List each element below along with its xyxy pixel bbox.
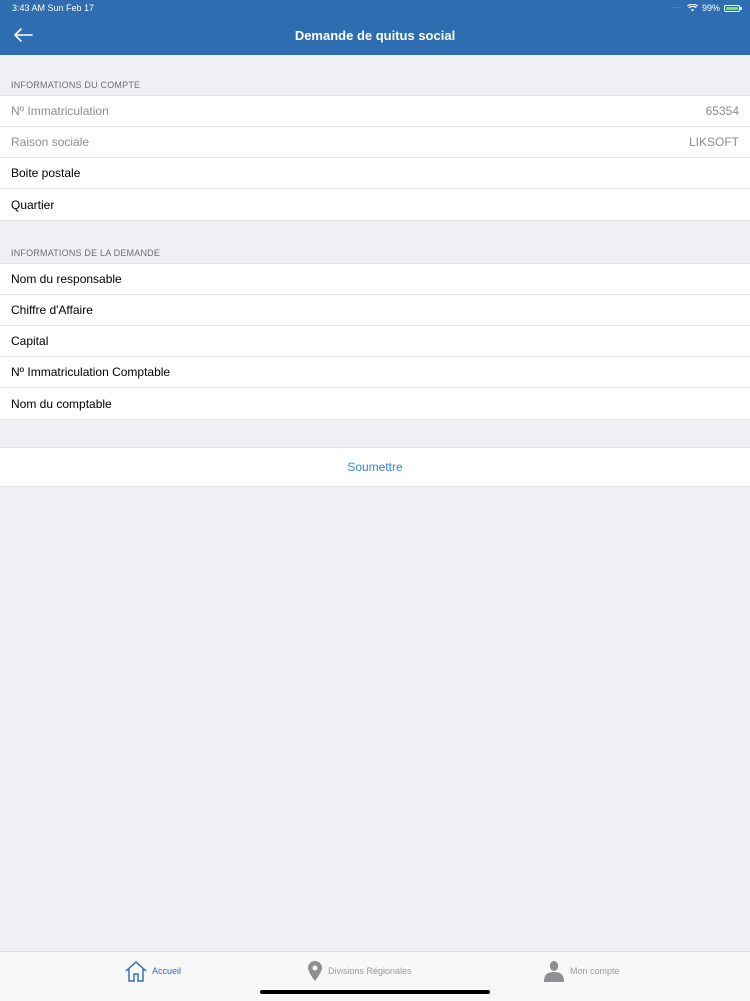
battery-level xyxy=(726,6,738,10)
status-indicators: ···· 99% xyxy=(672,3,742,13)
status-time: 3:43 AM Sun Feb 17 xyxy=(12,3,95,13)
signal-dots-icon: ···· xyxy=(672,5,681,11)
field-quartier[interactable]: Quartier xyxy=(0,189,750,220)
section-header-request: INFORMATIONS DE LA DEMANDE xyxy=(11,248,161,258)
field-chiffre-affaire[interactable]: Chiffre d'Affaire xyxy=(0,295,750,326)
location-pin-icon xyxy=(308,961,322,981)
field-value: 65354 xyxy=(705,104,739,118)
field-raison-sociale: Raison sociale LIKSOFT xyxy=(0,127,750,158)
field-immatriculation: Nº Immatriculation 65354 xyxy=(0,96,750,127)
home-icon xyxy=(125,961,147,982)
tab-label: Accueil xyxy=(152,966,182,976)
tab-divisions-regionales[interactable]: Divisions Régionales xyxy=(306,960,412,982)
field-label: Nom du comptable xyxy=(11,396,112,411)
user-icon xyxy=(544,961,564,982)
field-label: Chiffre d'Affaire xyxy=(11,303,93,317)
battery-icon xyxy=(724,4,742,12)
field-label: Nº Immatriculation Comptable xyxy=(11,365,171,379)
field-label: Quartier xyxy=(11,197,55,212)
request-info-group: Nom du responsable Chiffre d'Affaire Cap… xyxy=(0,263,750,420)
field-label: Boite postale xyxy=(11,166,81,180)
field-immatriculation-comptable[interactable]: Nº Immatriculation Comptable xyxy=(0,357,750,388)
navigation-header: 3:43 AM Sun Feb 17 ···· 99% Demande de q… xyxy=(0,0,750,55)
page-title: Demande de quitus social xyxy=(294,28,456,43)
wifi-icon xyxy=(686,4,698,12)
battery-percent: 99% xyxy=(701,3,720,13)
tab-mon-compte[interactable]: Mon compte xyxy=(542,960,620,982)
field-value: LIKSOFT xyxy=(688,135,739,149)
tab-label: Mon compte xyxy=(570,966,620,976)
submit-button[interactable]: Soumettre xyxy=(0,447,750,487)
submit-label: Soumettre xyxy=(347,460,403,474)
home-indicator xyxy=(260,990,490,994)
tab-label: Divisions Régionales xyxy=(328,966,412,976)
tab-accueil[interactable]: Accueil xyxy=(124,960,181,982)
section-header-account: INFORMATIONS DU COMPTE xyxy=(11,80,141,90)
field-label: Capital xyxy=(11,334,49,348)
field-label: Nº Immatriculation xyxy=(11,104,109,118)
field-label: Raison sociale xyxy=(11,135,90,149)
field-label: Nom du responsable xyxy=(11,272,122,286)
field-boite-postale[interactable]: Boite postale xyxy=(0,158,750,189)
field-nom-comptable[interactable]: Nom du comptable xyxy=(0,388,750,419)
field-capital[interactable]: Capital xyxy=(0,326,750,357)
field-nom-responsable[interactable]: Nom du responsable xyxy=(0,264,750,295)
account-info-group: Nº Immatriculation 65354 Raison sociale … xyxy=(0,95,750,221)
